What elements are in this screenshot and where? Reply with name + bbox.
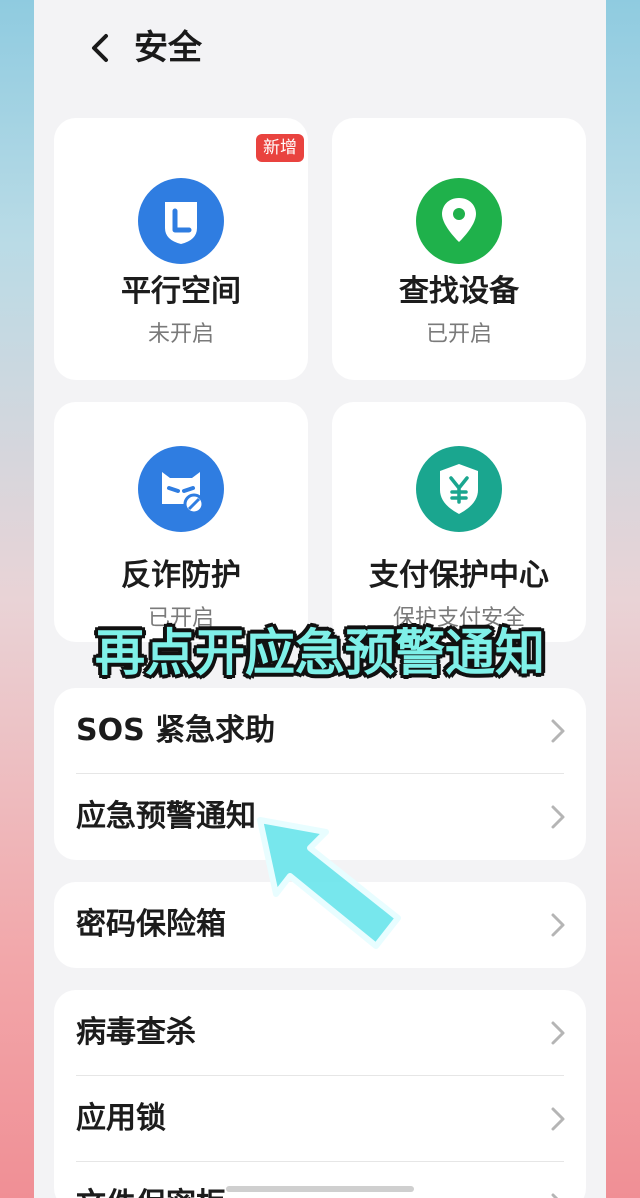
anti-fraud-icon <box>138 446 224 532</box>
tile-name: 反诈防护 <box>121 558 241 593</box>
header: 安全 <box>34 0 606 100</box>
list-item-label: 密码保险箱 <box>76 907 226 942</box>
location-pin-icon <box>416 178 502 264</box>
tile-name: 支付保护中心 <box>369 558 549 593</box>
chevron-right-icon <box>551 805 565 829</box>
payment-shield-icon <box>416 446 502 532</box>
tile-name: 平行空间 <box>121 274 241 309</box>
tile-status: 已开启 <box>147 606 214 631</box>
tile-status: 保护支付安全 <box>392 606 525 631</box>
list-item-emergency-alerts[interactable]: 应急预警通知 <box>54 774 586 860</box>
list-item-file-safe[interactable]: 文件保密柜 <box>54 1162 586 1198</box>
settings-group-emergency: SOS 紧急求助 应急预警通知 <box>54 688 586 860</box>
tile-find-device[interactable]: 查找设备 已开启 <box>332 118 586 380</box>
chevron-right-icon <box>551 1107 565 1131</box>
chevron-right-icon <box>551 719 565 743</box>
list-item-label: 应用锁 <box>76 1101 166 1136</box>
list-item-app-lock[interactable]: 应用锁 <box>54 1076 586 1162</box>
list-item-label: 文件保密柜 <box>76 1162 226 1198</box>
home-indicator <box>226 1186 414 1192</box>
tile-status: 未开启 <box>147 322 214 347</box>
settings-group-protection: 病毒查杀 应用锁 文件保密柜 <box>54 990 586 1198</box>
new-badge: 新增 <box>256 134 304 162</box>
chevron-right-icon <box>551 1021 565 1045</box>
list-item-sos[interactable]: SOS 紧急求助 <box>54 688 586 774</box>
list-item-label: 应急预警通知 <box>76 799 256 834</box>
list-item-virus-scan[interactable]: 病毒查杀 <box>54 990 586 1076</box>
tile-status: 已开启 <box>425 322 492 347</box>
tile-name: 查找设备 <box>399 274 519 309</box>
chevron-right-icon <box>551 1193 559 1198</box>
tile-anti-fraud[interactable]: 反诈防护 已开启 <box>54 402 308 642</box>
list-item-label: SOS 紧急求助 <box>76 713 276 748</box>
list-item-label: 病毒查杀 <box>76 1015 196 1050</box>
back-arrow-icon[interactable] <box>82 28 118 68</box>
chevron-right-icon <box>551 913 565 937</box>
settings-group-vault: 密码保险箱 <box>54 882 586 968</box>
parallel-space-icon <box>138 178 224 264</box>
phone-screen: 安全 新增 平行空间 未开启 查找设备 已开启 反诈防护 已开启 支付保护中心 … <box>34 0 606 1198</box>
list-item-password-vault[interactable]: 密码保险箱 <box>54 882 586 968</box>
tile-parallel-space[interactable]: 新增 平行空间 未开启 <box>54 118 308 380</box>
tile-payment-protection[interactable]: 支付保护中心 保护支付安全 <box>332 402 586 642</box>
page-title: 安全 <box>134 28 202 68</box>
